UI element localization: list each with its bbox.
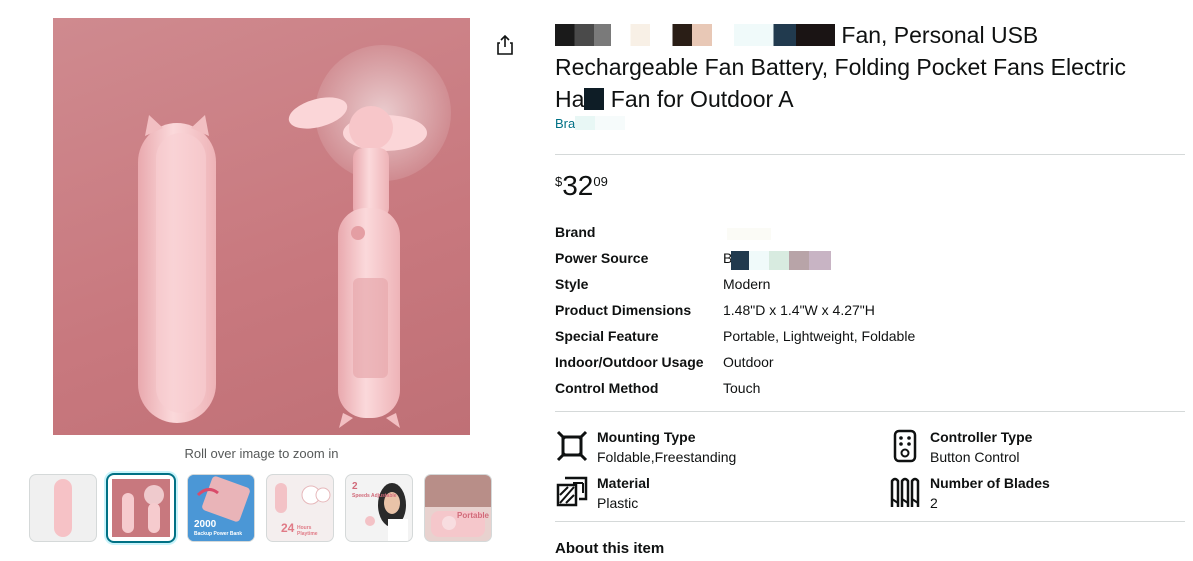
spec-value: Portable, Lightweight, Foldable	[723, 328, 916, 344]
title-line-1: Fan, Personal USB	[555, 19, 1170, 51]
brand-link-text: Bra	[555, 116, 576, 131]
thumbnail-3-label: 2000	[194, 519, 217, 530]
spec-label: Style	[555, 276, 589, 292]
feature-value: 2	[930, 495, 938, 511]
price: $3209	[555, 170, 608, 202]
spec-label: Control Method	[555, 380, 659, 396]
share-icon[interactable]	[495, 34, 515, 56]
title-text-line-1: Fan, Personal USB	[841, 22, 1039, 48]
redacted-block	[555, 24, 835, 46]
thumbnail-5-label: 2	[352, 481, 358, 492]
spec-value: Touch	[723, 380, 761, 396]
thumbnail-5[interactable]: 2 Speeds Adjustable	[346, 475, 412, 541]
feature-name: Mounting Type	[597, 429, 696, 445]
thumbnail-2[interactable]	[108, 475, 174, 541]
redacted-block	[584, 88, 605, 110]
spec-label: Product Dimensions	[555, 302, 692, 318]
feature-name: Controller Type	[930, 429, 1033, 445]
feature-value: Plastic	[597, 495, 639, 511]
spec-value: 1.48"D x 1.4"W x 4.27"H	[723, 302, 875, 318]
mounting-icon	[555, 429, 589, 463]
thumbnail-1[interactable]	[30, 475, 96, 541]
price-fraction: 09	[593, 174, 608, 189]
title-text-line-2: Rechargeable Fan Battery, Folding Pocket…	[555, 54, 1127, 80]
title-text-line-3a: Ha	[555, 86, 585, 112]
remote-icon	[888, 429, 922, 463]
spec-label: Indoor/Outdoor Usage	[555, 354, 704, 370]
price-whole: 32	[562, 170, 594, 201]
fan-product-illustration	[138, 45, 451, 428]
thumbnail-4[interactable]: 24 Hours Playtime	[267, 475, 333, 541]
spec-value: Outdoor	[723, 354, 774, 370]
feature-value: Foldable,Freestanding	[597, 449, 737, 465]
thumbnail-5-sublabel: Speeds Adjustable	[352, 493, 397, 499]
blades-icon	[888, 475, 922, 509]
brand-store-link[interactable]: Bra	[555, 116, 626, 131]
spec-value: Modern	[723, 276, 771, 292]
feature-name: Material	[597, 475, 650, 491]
redacted-block	[731, 251, 831, 270]
thumbnail-3-sublabel: Backup Power Bank	[194, 531, 243, 537]
feature-value: Button Control	[930, 449, 1020, 465]
product-title: Fan, Personal USB Rechargeable Fan Batte…	[555, 19, 1170, 115]
main-product-image[interactable]	[53, 18, 470, 435]
spec-label: Special Feature	[555, 328, 659, 344]
title-text-line-3b: Fan for Outdoor A	[610, 86, 794, 112]
divider	[555, 411, 1185, 412]
thumbnail-6-image	[425, 475, 491, 537]
divider	[555, 521, 1185, 522]
rollover-zoom-hint: Roll over image to zoom in	[184, 446, 339, 461]
thumbnail-4-label: 24	[281, 521, 295, 535]
thumbnail-6-label: Portable	[457, 511, 490, 520]
thumbnail-3[interactable]: 2000 Backup Power Bank	[188, 475, 254, 541]
feature-name: Number of Blades	[930, 475, 1050, 491]
spec-label: Power Source	[555, 250, 649, 266]
divider	[555, 154, 1185, 155]
redacted-block	[575, 116, 626, 130]
thumbnail-1-image	[54, 479, 72, 537]
redacted-block	[727, 228, 771, 240]
price-symbol: $	[555, 174, 563, 189]
spec-label: Brand	[555, 224, 596, 240]
thumbnail-4-sublabel: Hours Playtime	[297, 525, 318, 537]
material-icon	[555, 475, 589, 509]
about-heading: About this item	[555, 540, 665, 557]
title-line-3: Ha Fan for Outdoor A	[555, 83, 1170, 115]
thumbnail-6[interactable]: Portable	[425, 475, 491, 541]
thumbnail-2-image	[112, 479, 170, 537]
